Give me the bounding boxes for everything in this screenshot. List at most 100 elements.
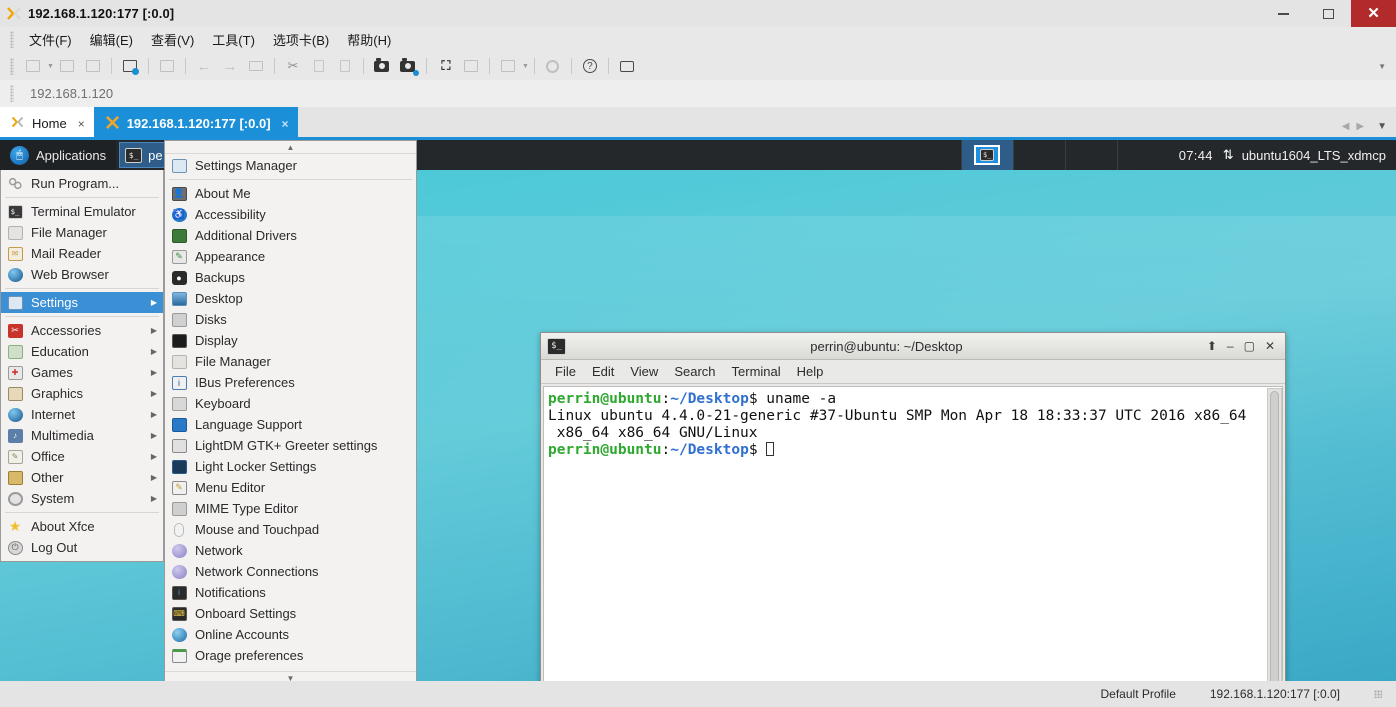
terminal-output-area[interactable]: perrin@ubuntu:~/Desktop$ uname -a Linux … — [543, 386, 1283, 681]
remote-desktop-viewport[interactable]: f. 🖱 Applications $_ pe $_ 07:44 ⇅ ubunt… — [0, 140, 1396, 681]
addressbar-grip[interactable] — [10, 85, 14, 102]
address-input[interactable]: 192.168.1.120 — [20, 86, 1396, 101]
menu-item-mail-reader[interactable]: ✉ Mail Reader — [1, 243, 163, 264]
submenu-scroll-up[interactable]: ▲ — [165, 141, 416, 154]
settings-item-backups[interactable]: ● Backups — [165, 267, 416, 288]
terminal-scrollbar-thumb[interactable] — [1270, 391, 1279, 681]
menu-item-terminal-emulator[interactable]: $_ Terminal Emulator — [1, 201, 163, 222]
settings-item-online-accounts[interactable]: Online Accounts — [165, 624, 416, 645]
applications-menu-button[interactable]: 🖱 Applications — [0, 140, 117, 170]
clock[interactable]: 07:44 — [1169, 148, 1223, 163]
screenshot-icon[interactable] — [371, 55, 393, 77]
maximize-button[interactable]: ▢ — [1244, 339, 1255, 353]
settings-item-mime-type-editor[interactable]: MIME Type Editor — [165, 498, 416, 519]
settings-item-desktop[interactable]: Desktop — [165, 288, 416, 309]
settings-item-network-connections[interactable]: Network Connections — [165, 561, 416, 582]
tab-next-icon[interactable]: ▶ — [1356, 121, 1364, 132]
menu-item-run-program[interactable]: Run Program... — [1, 173, 163, 194]
workspace-3[interactable] — [1064, 140, 1117, 170]
forward-icon[interactable]: → — [219, 55, 241, 77]
settings-icon[interactable] — [542, 55, 564, 77]
settings-item-menu-editor[interactable]: ✎ Menu Editor — [165, 477, 416, 498]
settings-item-display[interactable]: Display — [165, 330, 416, 351]
settings-item-language-support[interactable]: Language Support — [165, 414, 416, 435]
terminal-menu-help[interactable]: Help — [789, 362, 832, 381]
terminal-window[interactable]: $_ perrin@ubuntu: ~/Desktop ⬆ – ▢ ✕ File… — [540, 332, 1286, 681]
menu-item-other[interactable]: Other ▶ — [1, 467, 163, 488]
back-icon[interactable]: ← — [193, 55, 215, 77]
menu-tools[interactable]: 工具(T) — [203, 27, 264, 52]
menu-view[interactable]: 查看(V) — [142, 27, 203, 52]
menu-item-games[interactable]: ✚ Games ▶ — [1, 362, 163, 383]
menu-item-settings[interactable]: Settings ▶ — [1, 292, 163, 313]
menu-item-system[interactable]: System ▶ — [1, 488, 163, 509]
settings-item-light-locker[interactable]: Light Locker Settings — [165, 456, 416, 477]
tab-close-icon[interactable]: × — [282, 117, 289, 131]
tab-close-icon[interactable]: × — [78, 117, 85, 131]
workspace-1[interactable]: $_ — [960, 140, 1013, 170]
submenu-scroll-down[interactable]: ▼ — [165, 671, 416, 681]
terminal-menu-search[interactable]: Search — [666, 362, 723, 381]
new-session-icon[interactable] — [22, 55, 44, 77]
settings-item-additional-drivers[interactable]: Additional Drivers — [165, 225, 416, 246]
settings-item-network[interactable]: Network — [165, 540, 416, 561]
help-icon[interactable]: ? — [579, 55, 601, 77]
menu-item-web-browser[interactable]: Web Browser — [1, 264, 163, 285]
terminal-scrollbar[interactable] — [1267, 388, 1282, 681]
minimize-button[interactable] — [1261, 0, 1306, 27]
paste-icon[interactable] — [334, 55, 356, 77]
toolbar-overflow-icon[interactable]: ▼ — [1378, 62, 1396, 71]
settings-item-mouse-and-touchpad[interactable]: Mouse and Touchpad — [165, 519, 416, 540]
menu-file[interactable]: 文件(F) — [20, 27, 81, 52]
tab-xserver-session[interactable]: 192.168.1.120:177 [:0.0] × — [93, 107, 298, 140]
menu-item-log-out[interactable]: ⏻ Log Out — [1, 537, 163, 558]
menu-item-accessories[interactable]: ✂ Accessories ▶ — [1, 320, 163, 341]
session-settings-icon[interactable] — [119, 55, 141, 77]
menubar-grip[interactable] — [10, 31, 14, 48]
settings-item-accessibility[interactable]: ♿ Accessibility — [165, 204, 416, 225]
settings-item-disks[interactable]: Disks — [165, 309, 416, 330]
menu-tabs[interactable]: 选项卡(B) — [264, 27, 338, 52]
tab-list-icon[interactable]: ▼ — [1377, 121, 1387, 132]
close-button[interactable]: ✕ — [1265, 339, 1275, 353]
toolbar-grip[interactable] — [10, 57, 14, 75]
maximize-button[interactable] — [1306, 0, 1351, 27]
menu-edit[interactable]: 编辑(E) — [81, 27, 142, 52]
close-session-icon[interactable] — [82, 55, 104, 77]
layout-dropdown-icon[interactable]: ▼ — [522, 63, 529, 70]
settings-item-settings-manager[interactable]: Settings Manager — [165, 155, 416, 176]
terminal-menu-edit[interactable]: Edit — [584, 362, 622, 381]
feedback-icon[interactable] — [616, 55, 638, 77]
menu-item-file-manager[interactable]: File Manager — [1, 222, 163, 243]
menu-help[interactable]: 帮助(H) — [338, 27, 400, 52]
close-button[interactable]: ✕ — [1351, 0, 1396, 27]
settings-item-onboard-settings[interactable]: ⌨ Onboard Settings — [165, 603, 416, 624]
tab-home[interactable]: Home × — [0, 107, 94, 140]
settings-item-about-me[interactable]: 👤 About Me — [165, 183, 416, 204]
tab-prev-icon[interactable]: ◀ — [1342, 121, 1350, 132]
screenshot-add-icon[interactable] — [397, 55, 419, 77]
menu-item-graphics[interactable]: Graphics ▶ — [1, 383, 163, 404]
toggle-sidebar-icon[interactable] — [156, 55, 178, 77]
duplicate-icon[interactable] — [460, 55, 482, 77]
terminal-menu-view[interactable]: View — [622, 362, 666, 381]
menu-item-office[interactable]: ✎ Office ▶ — [1, 446, 163, 467]
copy-icon[interactable] — [308, 55, 330, 77]
menu-item-about-xfce[interactable]: ★ About Xfce — [1, 516, 163, 537]
menu-item-education[interactable]: Education ▶ — [1, 341, 163, 362]
settings-item-ibus-preferences[interactable]: i IBus Preferences — [165, 372, 416, 393]
terminal-menu-file[interactable]: File — [547, 362, 584, 381]
menu-item-multimedia[interactable]: ♪ Multimedia ▶ — [1, 425, 163, 446]
minimize-button[interactable]: – — [1227, 339, 1234, 353]
settings-item-orage-preferences[interactable]: Orage preferences — [165, 645, 416, 666]
new-session-dropdown-icon[interactable]: ▼ — [47, 63, 54, 70]
settings-item-lightdm-greeter[interactable]: LightDM GTK+ Greeter settings — [165, 435, 416, 456]
taskbar-item-terminal[interactable]: $_ pe — [119, 142, 166, 168]
terminal-menu-terminal[interactable]: Terminal — [724, 362, 789, 381]
menu-item-internet[interactable]: Internet ▶ — [1, 404, 163, 425]
settings-item-appearance[interactable]: ✎ Appearance — [165, 246, 416, 267]
fullscreen-icon[interactable]: ⛶ — [434, 55, 456, 77]
shade-button[interactable]: ⬆ — [1207, 339, 1217, 353]
settings-item-file-manager[interactable]: File Manager — [165, 351, 416, 372]
resize-grip-icon[interactable] — [1374, 690, 1382, 698]
